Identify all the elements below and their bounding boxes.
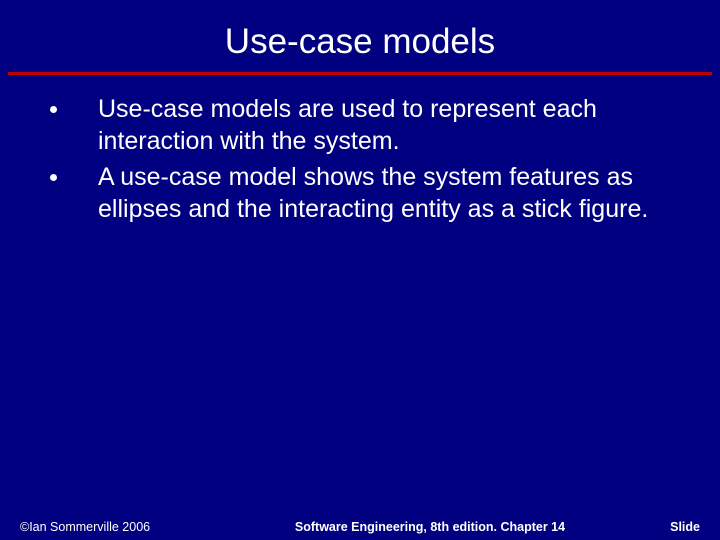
footer: ©Ian Sommerville 2006 Software Engineeri…	[0, 520, 720, 534]
footer-copyright: ©Ian Sommerville 2006	[20, 520, 230, 534]
list-item: Use-case models are used to represent ea…	[40, 93, 680, 157]
footer-book-title: Software Engineering, 8th edition. Chapt…	[230, 520, 630, 534]
slide-title: Use-case models	[0, 0, 720, 72]
bullet-list: Use-case models are used to represent ea…	[40, 93, 680, 225]
list-item: A use-case model shows the system featur…	[40, 161, 680, 225]
slide-body: Use-case models are used to represent ea…	[0, 75, 720, 225]
footer-slide-label: Slide	[630, 520, 700, 534]
